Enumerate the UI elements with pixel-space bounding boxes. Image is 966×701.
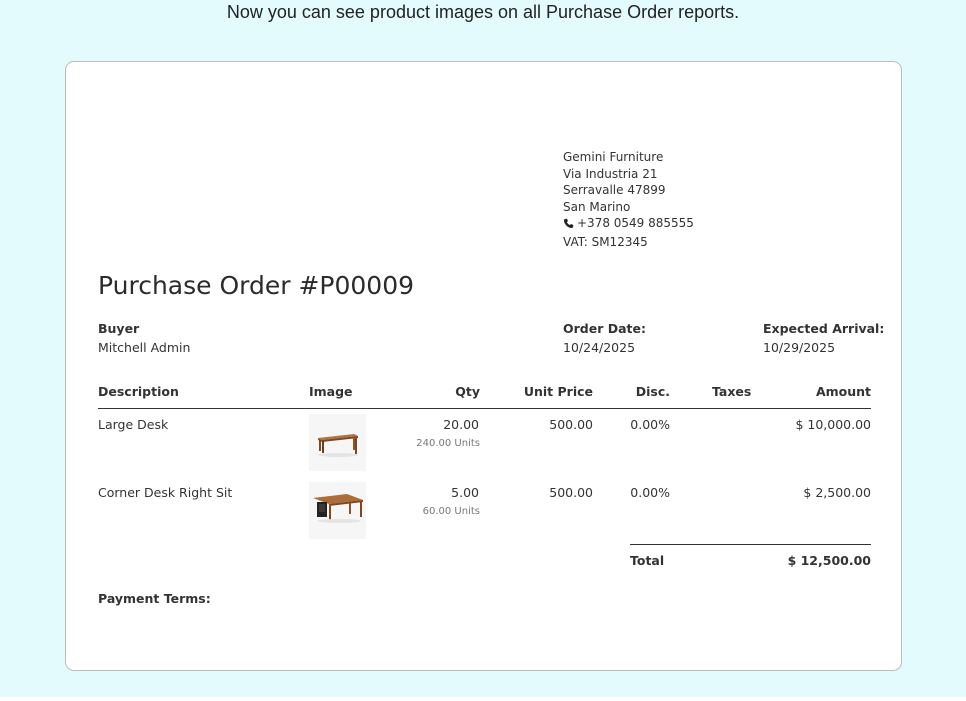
buyer-value: Mitchell Admin <box>98 340 191 355</box>
purchase-order-sheet: Gemini Furniture Via Industria 21 Serrav… <box>65 61 902 671</box>
company-vat: VAT: SM12345 <box>563 234 648 249</box>
row-description: Large Desk <box>98 417 169 432</box>
row-unit-price: 500.00 <box>549 485 593 500</box>
row-disc: 0.00% <box>630 417 670 432</box>
caption-text: Now you can see product images on all Pu… <box>226 2 740 22</box>
column-header-amount: Amount <box>815 384 871 399</box>
desk-image <box>309 414 366 471</box>
company-address: Gemini Furniture Via Industria 21 Serrav… <box>563 149 694 250</box>
column-header-taxes: Taxes <box>712 384 752 399</box>
payment-terms-label: Payment Terms: <box>98 591 211 606</box>
expected-arrival-label: Expected Arrival: <box>763 321 885 336</box>
row-qty: 20.00 <box>443 417 479 432</box>
phone-icon <box>563 218 574 229</box>
column-header-disc: Disc. <box>635 384 670 399</box>
row-disc: 0.00% <box>630 485 670 500</box>
column-header-image: Image <box>309 384 353 399</box>
buyer-label: Buyer <box>98 321 140 336</box>
row-description: Corner Desk Right Sit <box>98 485 233 500</box>
row-units: 240.00 Units <box>416 438 480 449</box>
corner-desk-image <box>309 482 366 539</box>
table-row: Large Desk 20.00 240.00 Units 500.00 0.0… <box>66 409 899 473</box>
company-phone: +378 0549 885555 <box>577 216 694 230</box>
row-units: 60.00 Units <box>422 506 480 517</box>
company-name: Gemini Furniture <box>563 150 664 164</box>
row-amount: $ 10,000.00 <box>795 417 871 432</box>
row-amount: $ 2,500.00 <box>803 485 871 500</box>
order-date-label: Order Date: <box>563 321 646 336</box>
total-value: $ 12,500.00 <box>787 553 871 568</box>
total-label: Total <box>630 553 665 568</box>
row-qty: 5.00 <box>451 485 479 500</box>
page-title: Purchase Order #P00009 <box>98 271 415 300</box>
column-header-qty: Qty <box>455 384 480 399</box>
table-row: Corner Desk Right Sit 5.00 60.00 Units 5… <box>66 477 899 541</box>
order-date-value: 10/24/2025 <box>563 340 636 355</box>
company-street: Via Industria 21 <box>563 166 658 181</box>
company-country: San Marino <box>563 199 631 214</box>
company-phone-row: +378 0549 885555 <box>563 215 694 232</box>
company-city: Serravalle 47899 <box>563 183 666 197</box>
column-header-description: Description <box>98 384 179 399</box>
row-unit-price: 500.00 <box>549 417 593 432</box>
expected-arrival-value: 10/29/2025 <box>763 340 836 355</box>
total-divider <box>630 544 871 545</box>
column-header-unit-price: Unit Price <box>523 384 593 399</box>
